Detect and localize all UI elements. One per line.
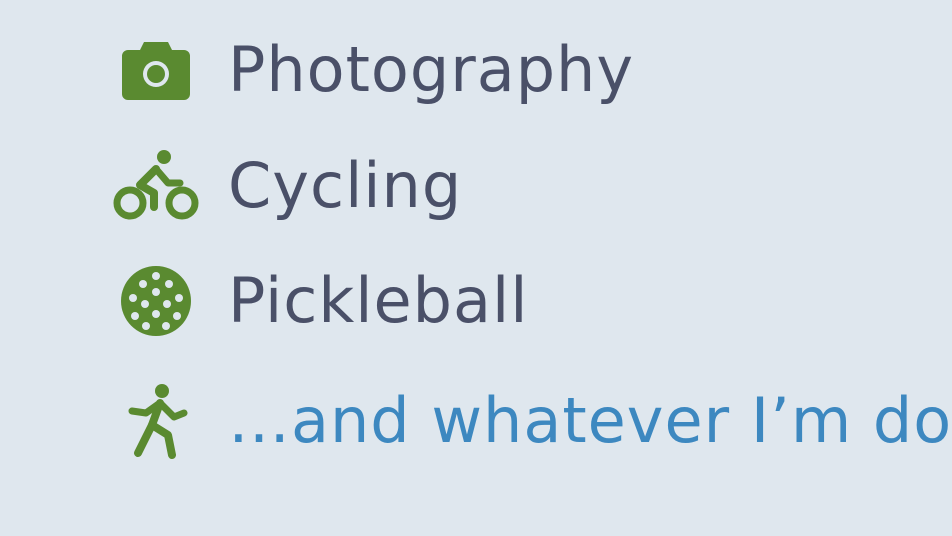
list-item-whatever[interactable]: …and whatever I’m doing [0, 373, 952, 469]
hobbies-list: Photography Cycling Pickleball …and what… [0, 0, 952, 536]
camera-icon [108, 22, 204, 118]
list-item-pickleball: Pickleball [0, 253, 952, 349]
whatever-link[interactable]: …and whatever I’m doing [228, 373, 952, 469]
list-item-cycling: Cycling [0, 138, 952, 234]
hobby-label: Pickleball [228, 264, 529, 337]
cyclist-icon [108, 138, 204, 234]
hobby-label: Photography [228, 33, 635, 106]
running-person-icon [108, 373, 204, 469]
list-item-photography: Photography [0, 22, 952, 118]
hobby-label: Cycling [228, 149, 463, 222]
pickleball-icon [108, 253, 204, 349]
